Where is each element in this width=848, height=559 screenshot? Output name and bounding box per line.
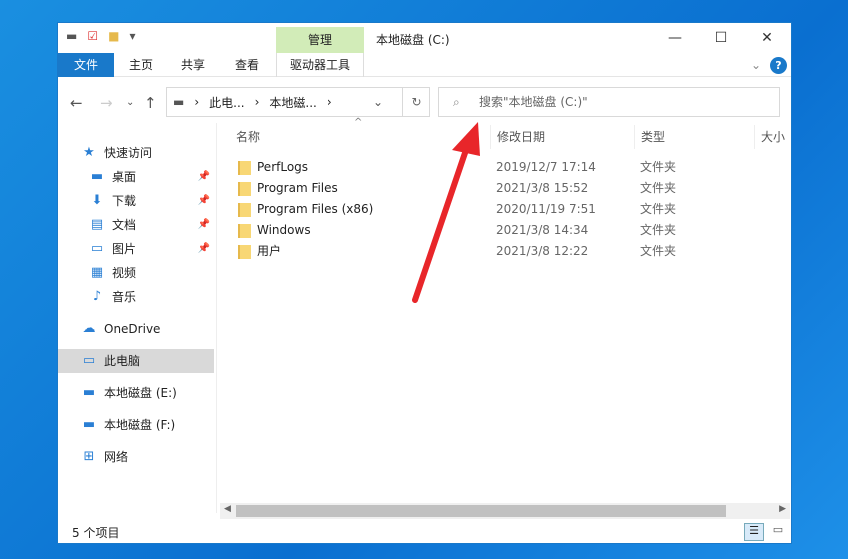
red-arrow-annotation <box>412 122 480 303</box>
